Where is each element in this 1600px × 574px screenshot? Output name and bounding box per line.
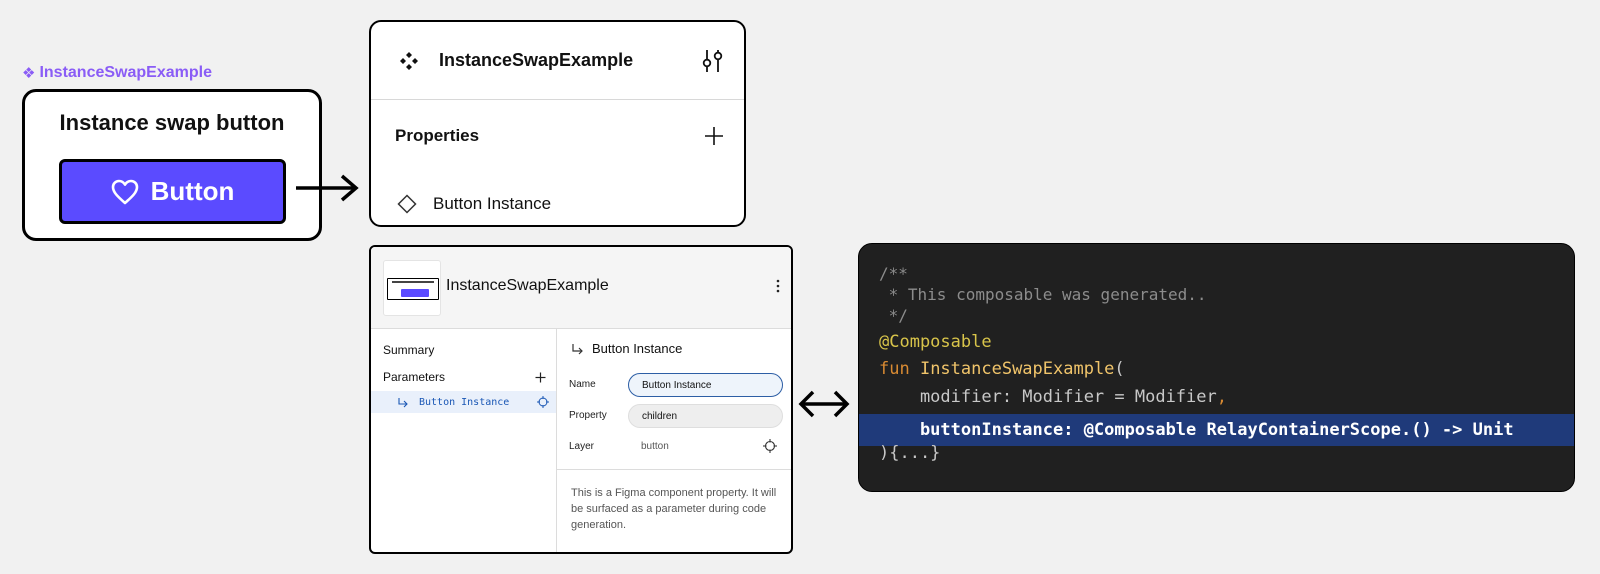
subdirectory-arrow-icon	[572, 343, 583, 354]
relay-panel-nav: Summary Parameters Button Instance	[371, 329, 557, 552]
property-field-label: Property	[569, 410, 607, 421]
instance-diamond-icon	[397, 194, 417, 214]
arrow-right-icon	[296, 174, 359, 202]
subdirectory-arrow-icon	[398, 397, 408, 407]
code-panel: /** * This composable was generated.. */…	[858, 243, 1575, 492]
thumbnail-button	[401, 289, 429, 297]
relay-panel-detail: Button Instance Name Button Instance Pro…	[557, 329, 791, 552]
preview-title: Instance swap button	[59, 110, 285, 135]
code-param-modifier: modifier: Modifier = Modifier,	[879, 387, 1227, 407]
detail-divider	[557, 469, 791, 470]
nav-parameter-item[interactable]: Button Instance	[371, 391, 556, 413]
heart-icon	[111, 179, 138, 204]
preview-button-label: Button	[150, 176, 235, 206]
code-comment-body: * This composable was generated..	[879, 285, 1207, 304]
component-label: ❖ InstanceSwapExample	[22, 64, 212, 82]
component-thumbnail	[383, 260, 441, 316]
sliders-icon[interactable]	[702, 48, 724, 74]
component-preview: Instance swap button Button	[22, 89, 322, 241]
name-input[interactable]: Button Instance	[628, 373, 783, 397]
component-icon	[400, 51, 418, 70]
component-icon: ❖	[22, 64, 36, 82]
properties-panel: InstanceSwapExample Properties Button In…	[369, 20, 746, 227]
code-comment-open: /**	[879, 264, 908, 283]
layer-field-label: Layer	[569, 441, 595, 452]
bidirectional-arrow-icon	[798, 390, 850, 418]
detail-title: Button Instance	[571, 341, 682, 356]
nav-parameters: Parameters	[383, 370, 546, 384]
code-function-signature: fun InstanceSwapExample(	[879, 359, 1125, 379]
code-param-button-instance: buttonInstance: @Composable RelayContain…	[879, 420, 1514, 440]
component-label-text: InstanceSwapExample	[39, 64, 212, 81]
relay-panel-header: InstanceSwapExample	[371, 247, 791, 329]
code-comment-close: */	[879, 306, 908, 325]
code-annotation: @Composable	[879, 332, 992, 352]
add-parameter-icon[interactable]	[535, 372, 546, 383]
add-property-icon[interactable]	[704, 126, 724, 146]
property-name: Button Instance	[433, 194, 552, 213]
detail-description: This is a Figma component property. It w…	[571, 487, 777, 531]
code-open-paren: (	[1114, 359, 1125, 379]
nav-summary[interactable]: Summary	[383, 343, 434, 357]
code-param-modifier-text: modifier: Modifier = Modifier	[879, 387, 1217, 407]
thumbnail-frame	[387, 278, 439, 300]
code-function-name: InstanceSwapExample	[919, 359, 1115, 379]
nav-parameters-label: Parameters	[383, 370, 446, 384]
name-field-label: Name	[569, 379, 596, 390]
thumbnail-title	[392, 281, 434, 283]
code-fun-keyword: fun	[879, 359, 920, 379]
property-row[interactable]: Button Instance	[397, 194, 551, 214]
relay-panel-title: InstanceSwapExample	[446, 277, 609, 294]
crosshair-icon[interactable]	[763, 439, 777, 453]
detail-title-text: Button Instance	[592, 341, 683, 356]
properties-panel-title: InstanceSwapExample	[439, 50, 634, 70]
layer-value: button	[641, 441, 669, 452]
properties-panel-header: InstanceSwapExample	[371, 22, 744, 100]
code-param-comma: ,	[1216, 387, 1228, 407]
locate-icon[interactable]	[537, 396, 549, 408]
more-options-icon[interactable]	[775, 278, 781, 294]
preview-button[interactable]: Button	[59, 159, 286, 224]
nav-parameter-item-label: Button Instance	[419, 396, 510, 408]
properties-section: Properties	[395, 126, 724, 146]
relay-panel: InstanceSwapExample Summary Parameters B…	[369, 245, 793, 554]
property-select[interactable]: children	[628, 404, 783, 428]
code-closing: ){...}	[879, 443, 941, 463]
properties-section-label: Properties	[395, 126, 480, 145]
